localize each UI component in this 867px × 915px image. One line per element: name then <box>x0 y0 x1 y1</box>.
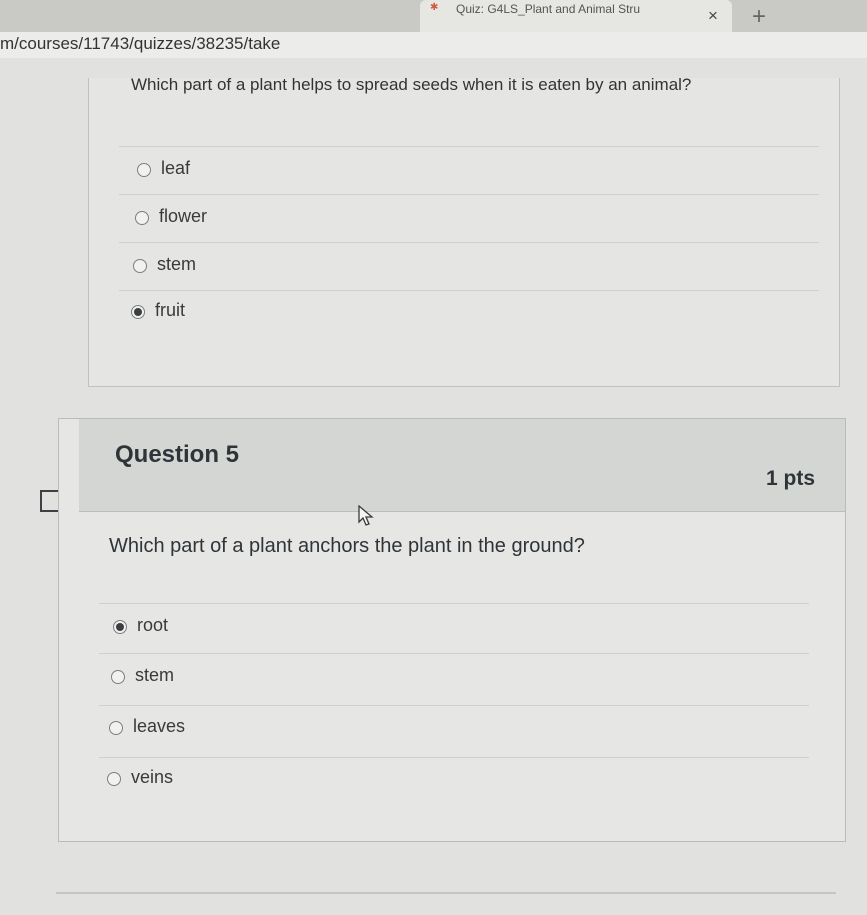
tab-close-icon[interactable]: × <box>708 6 718 26</box>
radio-button[interactable] <box>107 772 121 786</box>
question-4-card: Which part of a plant helps to spread se… <box>88 75 840 387</box>
radio-button-selected[interactable] <box>131 305 145 319</box>
answer-label: veins <box>131 767 174 787</box>
question-4-text: Which part of a plant helps to spread se… <box>131 75 692 94</box>
quiz-page: Which part of a plant helps to spread se… <box>0 58 867 915</box>
divider <box>119 290 819 291</box>
canvas-favicon-icon: ✱ <box>430 2 439 13</box>
browser-tab[interactable]: ✱ Quiz: G4LS_Plant and Animal Stru × <box>420 0 732 32</box>
answer-label: flower <box>159 206 208 226</box>
divider <box>99 603 809 604</box>
radio-button[interactable] <box>137 163 151 177</box>
new-tab-button[interactable]: + <box>752 3 766 31</box>
browser-tab-bar: ✱ Quiz: G4LS_Plant and Animal Stru × + <box>0 0 867 32</box>
divider <box>119 242 819 243</box>
question-header: Question 5 1 pts <box>79 419 845 512</box>
question-title: Question 5 <box>115 441 240 468</box>
divider <box>99 757 809 758</box>
question-text: Which part of a plant anchors the plant … <box>109 535 585 557</box>
divider <box>56 892 836 894</box>
divider <box>119 194 819 195</box>
answer-label: leaf <box>161 158 191 178</box>
divider <box>119 146 819 147</box>
radio-button[interactable] <box>133 259 147 273</box>
answer-label: stem <box>157 254 197 274</box>
radio-button-selected[interactable] <box>113 620 127 634</box>
divider <box>99 653 809 654</box>
tab-title: Quiz: G4LS_Plant and Animal Stru <box>456 2 641 16</box>
answer-label: leaves <box>133 716 186 736</box>
answer-label: stem <box>135 665 175 685</box>
mouse-pointer-icon <box>358 505 374 526</box>
url-text[interactable]: m/courses/11743/quizzes/38235/take <box>0 34 280 54</box>
divider <box>99 705 809 706</box>
radio-button[interactable] <box>135 211 149 225</box>
answer-label: fruit <box>155 300 186 320</box>
radio-button[interactable] <box>111 670 125 684</box>
address-bar[interactable]: m/courses/11743/quizzes/38235/take <box>0 32 867 58</box>
question-5-card: Question 5 1 pts Which part of a plant a… <box>58 418 846 842</box>
radio-button[interactable] <box>109 721 123 735</box>
answer-label: root <box>137 615 169 635</box>
question-points: 1 pts <box>765 467 815 490</box>
